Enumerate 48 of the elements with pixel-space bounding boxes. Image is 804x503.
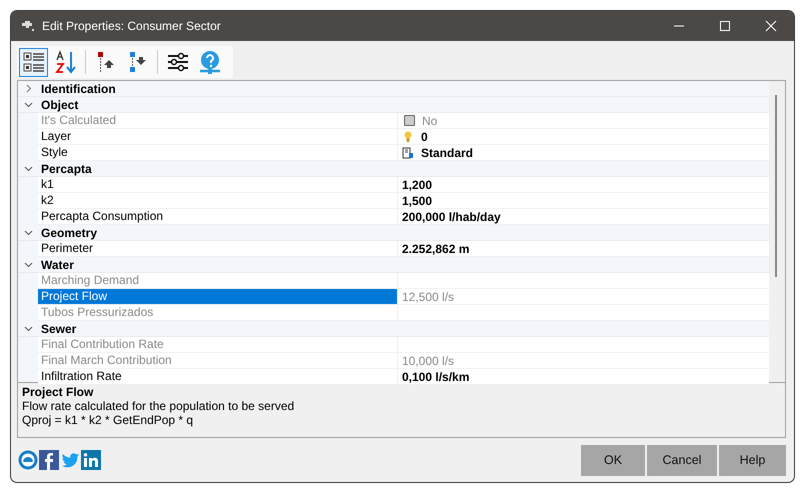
category-label: Identification xyxy=(40,82,116,96)
scrollbar[interactable] xyxy=(769,81,785,382)
light-bulb-icon xyxy=(403,130,413,142)
property-value: 200,000 l/hab/day xyxy=(402,210,501,224)
category-header[interactable]: Identification xyxy=(18,81,769,97)
property-label[interactable]: Style xyxy=(38,145,398,160)
app-logo-icon[interactable] xyxy=(18,450,38,470)
property-label[interactable]: Percapta Consumption xyxy=(38,209,398,224)
property-label[interactable]: k2 xyxy=(38,193,398,208)
property-value: 0,100 l/s/km xyxy=(402,370,470,384)
property-value: 10,000 l/s xyxy=(402,354,454,368)
window-title: Edit Properties: Consumer Sector xyxy=(42,19,222,33)
category-label: Percapta xyxy=(40,162,92,176)
property-label[interactable]: Infiltration Rate xyxy=(38,369,398,384)
dialog-button[interactable]: OK xyxy=(581,444,645,476)
linkedin-icon[interactable] xyxy=(81,450,101,470)
property-label[interactable]: Layer xyxy=(38,129,398,144)
property-value: 1,500 xyxy=(402,194,432,208)
dialog-button[interactable]: Cancel xyxy=(647,444,717,476)
scrollbar-thumb[interactable] xyxy=(775,95,777,277)
chevron-right-icon[interactable] xyxy=(24,84,32,93)
property-value: 1,200 xyxy=(402,178,432,192)
category-label: Sewer xyxy=(40,322,76,336)
description-title: Project Flow xyxy=(22,385,94,399)
property-value: Standard xyxy=(421,146,474,160)
description-text: Qproj = k1 * k2 * GetEndPop * q xyxy=(22,413,194,427)
chevron-down-icon[interactable] xyxy=(24,228,32,237)
sort-alphabetical-icon xyxy=(54,50,78,74)
chevron-down-icon[interactable] xyxy=(24,100,32,109)
help-icon xyxy=(198,50,222,74)
facebook-icon[interactable] xyxy=(39,450,59,470)
property-label[interactable]: Perimeter xyxy=(38,241,398,256)
property-label[interactable]: k1 xyxy=(38,177,398,192)
categorized-view-button[interactable] xyxy=(19,48,48,76)
property-value: No xyxy=(422,114,438,128)
sliders-icon xyxy=(166,50,190,74)
dialog-button[interactable]: Help xyxy=(719,444,786,476)
property-value: 12,500 l/s xyxy=(402,290,454,304)
category-label: Object xyxy=(40,98,78,112)
property-value: 2.252,862 m xyxy=(402,242,470,256)
category-label: Geometry xyxy=(40,226,98,240)
categorized-view-icon xyxy=(22,50,46,74)
property-value: 0 xyxy=(421,130,428,144)
chevron-down-icon[interactable] xyxy=(24,164,32,173)
description-text: Flow rate calculated for the population to be served xyxy=(22,399,296,413)
chevron-down-icon[interactable] xyxy=(24,260,32,269)
chevron-down-icon[interactable] xyxy=(24,324,32,333)
category-label: Water xyxy=(40,258,74,272)
